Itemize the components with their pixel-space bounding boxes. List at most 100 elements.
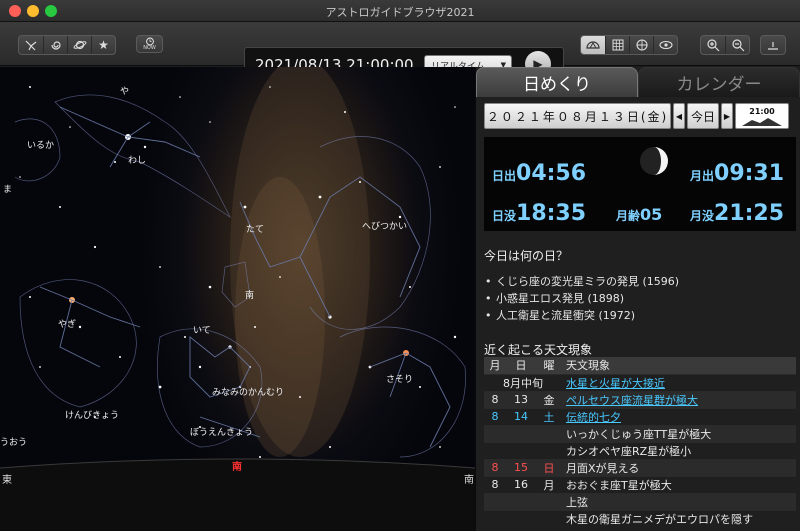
event-month: 8 bbox=[484, 475, 506, 493]
event-month bbox=[484, 424, 506, 442]
compass-east: 東 bbox=[2, 475, 12, 486]
compass-right: 南 bbox=[464, 475, 474, 486]
col-event: 天文現象 bbox=[562, 357, 796, 374]
event-link[interactable]: 水星と火星が大接近 bbox=[566, 377, 665, 390]
event-weekday bbox=[536, 424, 562, 442]
panel-toggle-group bbox=[760, 35, 786, 55]
display-toggle-group: ★ bbox=[18, 35, 116, 55]
col-weekday: 曜 bbox=[536, 357, 562, 374]
constellation-label: みなみのかんむり bbox=[212, 388, 285, 398]
event-name[interactable]: 水星と火星が大接近 bbox=[562, 373, 796, 391]
event-day: 16 bbox=[506, 475, 536, 493]
date-navigator: ２０２１年０８月１３日(金) ◀ 今日 ▶ 21:00 bbox=[484, 103, 796, 129]
zoom-group bbox=[700, 35, 750, 55]
event-name[interactable]: 伝統的七夕 bbox=[562, 407, 796, 425]
sidebar-toggle-icon[interactable] bbox=[761, 36, 785, 54]
chevron-left-icon: ◀ bbox=[675, 111, 683, 121]
constellation-lines-icon[interactable] bbox=[19, 36, 43, 54]
table-row: 8 16 月おおぐま座T星が極大 bbox=[484, 475, 796, 493]
event-weekday: 土 bbox=[536, 407, 562, 425]
event-name: 月面Xが見える bbox=[562, 458, 796, 476]
event-day: 15 bbox=[506, 458, 536, 476]
eye-icon[interactable] bbox=[653, 36, 677, 54]
planet-icon[interactable] bbox=[67, 36, 91, 54]
table-row[interactable]: 8 13 金ペルセウス座流星群が極大 bbox=[484, 390, 796, 408]
star-icon[interactable]: ★ bbox=[91, 36, 115, 54]
info-panel: 日めくり カレンダー ２０２１年０８月１３日(金) ◀ 今日 ▶ 21:00 日… bbox=[475, 67, 800, 531]
event-link[interactable]: ペルセウス座流星群が極大 bbox=[566, 394, 698, 407]
event-weekday: 金 bbox=[536, 390, 562, 408]
event-day bbox=[506, 492, 536, 510]
constellation-label: ぼうえんきょう bbox=[190, 428, 254, 438]
event-name: 木星の衛星ガニメデがエウロパを隠す bbox=[562, 509, 796, 527]
zoom-out-icon[interactable] bbox=[725, 36, 749, 54]
tab-calendar[interactable]: カレンダー bbox=[638, 67, 800, 97]
constellation-label: や bbox=[120, 87, 130, 97]
col-month: 月 bbox=[484, 357, 506, 374]
event-link[interactable]: 伝統的七夕 bbox=[566, 411, 621, 424]
table-row: 木星の衛星ガニメデがエウロパを隠す bbox=[484, 509, 796, 527]
table-header-row: 月 日 曜 天文現象 bbox=[484, 357, 796, 374]
event-weekday: 日 bbox=[536, 458, 562, 476]
table-row: カシオペヤ座RZ星が極小 bbox=[484, 441, 796, 459]
prev-day-button[interactable]: ◀ bbox=[673, 103, 685, 129]
event-period: 8月中旬 bbox=[484, 373, 562, 391]
time-of-day-button[interactable]: 21:00 bbox=[735, 103, 789, 129]
grid-icon[interactable] bbox=[605, 36, 629, 54]
constellation-label: いるか bbox=[27, 141, 55, 151]
event-name: いっかくじゅう座TT星が極大 bbox=[562, 424, 796, 442]
list-item: 小惑星エロス発見 (1898) bbox=[484, 290, 679, 307]
event-weekday bbox=[536, 441, 562, 459]
equatorial-icon[interactable] bbox=[629, 36, 653, 54]
event-name: 上弦 bbox=[562, 492, 796, 510]
moonset: 月没21:25 bbox=[690, 201, 785, 226]
compass-south: 南 bbox=[232, 462, 242, 473]
now-button[interactable]: NOW bbox=[136, 35, 163, 53]
event-name: おおぐま座T星が極大 bbox=[562, 475, 796, 493]
constellation-label: けんびきょう bbox=[65, 411, 120, 421]
table-row: 8 15 日月面Xが見える bbox=[484, 458, 796, 476]
sun-moon-times: 日出04:56 日没18:35 月出09:31 月没21:25 月齢05 bbox=[484, 137, 796, 231]
table-row: いっかくじゅう座TT星が極大 bbox=[484, 424, 796, 442]
event-weekday: 月 bbox=[536, 475, 562, 493]
panel-tabs: 日めくり カレンダー bbox=[476, 67, 800, 97]
table-row: 上弦 bbox=[484, 492, 796, 510]
list-item: くじら座の変光星ミラの発見 (1596) bbox=[484, 273, 679, 290]
moonrise: 月出09:31 bbox=[690, 161, 785, 186]
event-day bbox=[506, 509, 536, 527]
current-date[interactable]: ２０２１年０８月１３日(金) bbox=[484, 103, 671, 129]
toolbar: ★ NOW 2021/08/13 21:00:00 リアルタイム ▼ ▶ bbox=[0, 22, 800, 81]
horizon-view-icon[interactable] bbox=[581, 36, 605, 54]
sunrise: 日出04:56 bbox=[492, 161, 587, 186]
constellation-label: ま bbox=[3, 185, 13, 195]
event-month bbox=[484, 441, 506, 459]
constellation-label: うおう bbox=[0, 438, 28, 448]
event-month bbox=[484, 492, 506, 510]
constellation-label: やぎ bbox=[58, 320, 77, 330]
event-month: 8 bbox=[484, 458, 506, 476]
event-month: 8 bbox=[484, 390, 506, 408]
table-row[interactable]: 8月中旬 水星と火星が大接近 bbox=[484, 373, 796, 391]
constellation-label: たて bbox=[246, 225, 265, 235]
event-day: 14 bbox=[506, 407, 536, 425]
constellation-label: さそり bbox=[386, 375, 414, 385]
sky-view[interactable]: や いるか わし たて へびつかい ま やぎ いて 南 みなみのかんむり さそり… bbox=[0, 67, 475, 531]
event-weekday bbox=[536, 509, 562, 527]
event-day: 13 bbox=[506, 390, 536, 408]
zoom-in-icon[interactable] bbox=[701, 36, 725, 54]
sunset: 日没18:35 bbox=[492, 201, 587, 226]
event-name[interactable]: ペルセウス座流星群が極大 bbox=[562, 390, 796, 408]
tab-daily[interactable]: 日めくり bbox=[476, 67, 638, 97]
anniversary-list: くじら座の変光星ミラの発見 (1596) 小惑星エロス発見 (1898) 人工衛… bbox=[484, 273, 679, 324]
events-table: 月 日 曜 天文現象 8月中旬 水星と火星が大接近 8 13 金ペルセウス座流星群が極大… bbox=[484, 357, 796, 527]
event-day bbox=[506, 424, 536, 442]
galaxy-icon[interactable] bbox=[43, 36, 67, 54]
table-row[interactable]: 8 14 土伝統的七夕 bbox=[484, 407, 796, 425]
today-button[interactable]: 今日 bbox=[687, 103, 719, 129]
next-day-button[interactable]: ▶ bbox=[721, 103, 733, 129]
landscape-icon bbox=[742, 117, 782, 126]
constellation-label: わし bbox=[128, 156, 147, 166]
moon-phase-icon bbox=[640, 147, 668, 175]
event-month: 8 bbox=[484, 407, 506, 425]
event-day bbox=[506, 441, 536, 459]
